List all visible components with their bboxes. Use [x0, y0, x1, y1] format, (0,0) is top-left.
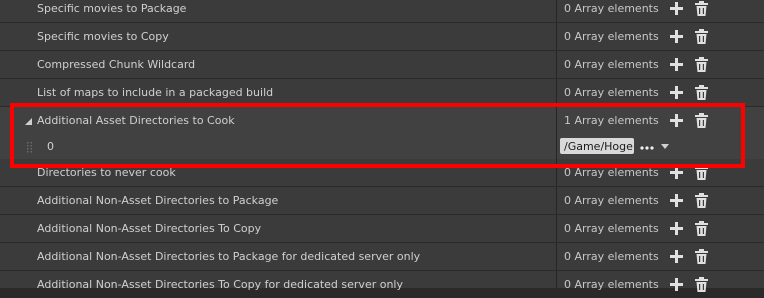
- property-label: Additional Non-Asset Directories To Copy: [37, 222, 262, 235]
- array-count: 0 Array elements: [564, 30, 659, 43]
- plus-icon[interactable]: [670, 278, 683, 291]
- trash-icon[interactable]: [695, 29, 708, 44]
- property-row-non-asset-dirs-package: Additional Non-Asset Directories to Pack…: [0, 187, 764, 214]
- array-count: 1 Array elements: [564, 114, 659, 127]
- plus-icon[interactable]: [670, 114, 683, 127]
- plus-icon[interactable]: [670, 166, 683, 179]
- property-row-specific-movies-to-package: Specific movies to Package 0 Array eleme…: [0, 0, 764, 22]
- plus-icon[interactable]: [670, 250, 683, 263]
- property-label: Directories to never cook: [37, 166, 176, 179]
- drag-grip-icon[interactable]: [27, 142, 33, 153]
- property-row-compressed-chunk-wildcard: Compressed Chunk Wildcard 0 Array elemen…: [0, 51, 764, 78]
- property-row-additional-asset-directories: Additional Asset Directories to Cook 1 A…: [0, 107, 764, 134]
- property-label: Additional Asset Directories to Cook: [37, 114, 235, 127]
- property-row-specific-movies-to-copy: Specific movies to Copy 0 Array elements: [0, 23, 764, 50]
- trash-icon[interactable]: [695, 85, 708, 100]
- expand-triangle-icon[interactable]: [24, 117, 33, 126]
- property-label: Additional Non-Asset Directories to Pack…: [37, 250, 421, 263]
- array-element-index: 0: [47, 140, 54, 153]
- trash-icon[interactable]: [695, 249, 708, 264]
- property-label: List of maps to include in a packaged bu…: [37, 86, 274, 99]
- array-count: 0 Array elements: [564, 222, 659, 235]
- trash-icon[interactable]: [695, 1, 708, 16]
- directory-path-input[interactable]: [560, 138, 634, 154]
- trash-icon[interactable]: [695, 193, 708, 208]
- property-label: Additional Non-Asset Directories to Pack…: [37, 194, 279, 207]
- property-row-non-asset-dirs-copy-server: Additional Non-Asset Directories To Copy…: [0, 271, 764, 292]
- array-element-row: 0: [0, 133, 764, 160]
- column-divider[interactable]: [556, 79, 557, 106]
- column-divider[interactable]: [556, 107, 557, 134]
- column-divider[interactable]: [556, 133, 557, 160]
- details-panel: Specific movies to Package 0 Array eleme…: [0, 0, 764, 292]
- plus-icon[interactable]: [670, 222, 683, 235]
- array-count: 0 Array elements: [564, 278, 659, 291]
- column-divider[interactable]: [556, 51, 557, 78]
- column-divider[interactable]: [556, 243, 557, 270]
- trash-icon[interactable]: [695, 221, 708, 236]
- column-divider[interactable]: [556, 159, 557, 186]
- array-count: 0 Array elements: [564, 194, 659, 207]
- chevron-down-icon[interactable]: [660, 142, 670, 150]
- property-row-maps-to-include: List of maps to include in a packaged bu…: [0, 79, 764, 106]
- plus-icon[interactable]: [670, 2, 683, 15]
- trash-icon[interactable]: [695, 165, 708, 180]
- array-count: 0 Array elements: [564, 2, 659, 15]
- property-label: Specific movies to Package: [37, 2, 187, 15]
- ellipsis-icon[interactable]: [640, 137, 654, 155]
- column-divider[interactable]: [556, 271, 557, 288]
- column-divider[interactable]: [556, 0, 557, 22]
- trash-icon[interactable]: [695, 113, 708, 128]
- array-count: 0 Array elements: [564, 58, 659, 71]
- plus-icon[interactable]: [670, 194, 683, 207]
- property-row-directories-never-cook: Directories to never cook 0 Array elemen…: [0, 159, 764, 186]
- property-label: Additional Non-Asset Directories To Copy…: [37, 278, 403, 291]
- trash-icon[interactable]: [695, 277, 708, 292]
- property-row-non-asset-dirs-copy: Additional Non-Asset Directories To Copy…: [0, 215, 764, 242]
- column-divider[interactable]: [556, 23, 557, 50]
- plus-icon[interactable]: [670, 58, 683, 71]
- array-count: 0 Array elements: [564, 86, 659, 99]
- plus-icon[interactable]: [670, 86, 683, 99]
- column-divider[interactable]: [556, 215, 557, 242]
- array-count: 0 Array elements: [564, 166, 659, 179]
- property-label: Compressed Chunk Wildcard: [37, 58, 196, 71]
- property-label: Specific movies to Copy: [37, 30, 169, 43]
- plus-icon[interactable]: [670, 30, 683, 43]
- array-count: 0 Array elements: [564, 250, 659, 263]
- column-divider[interactable]: [556, 187, 557, 214]
- trash-icon[interactable]: [695, 57, 708, 72]
- property-row-non-asset-dirs-package-server: Additional Non-Asset Directories to Pack…: [0, 243, 764, 270]
